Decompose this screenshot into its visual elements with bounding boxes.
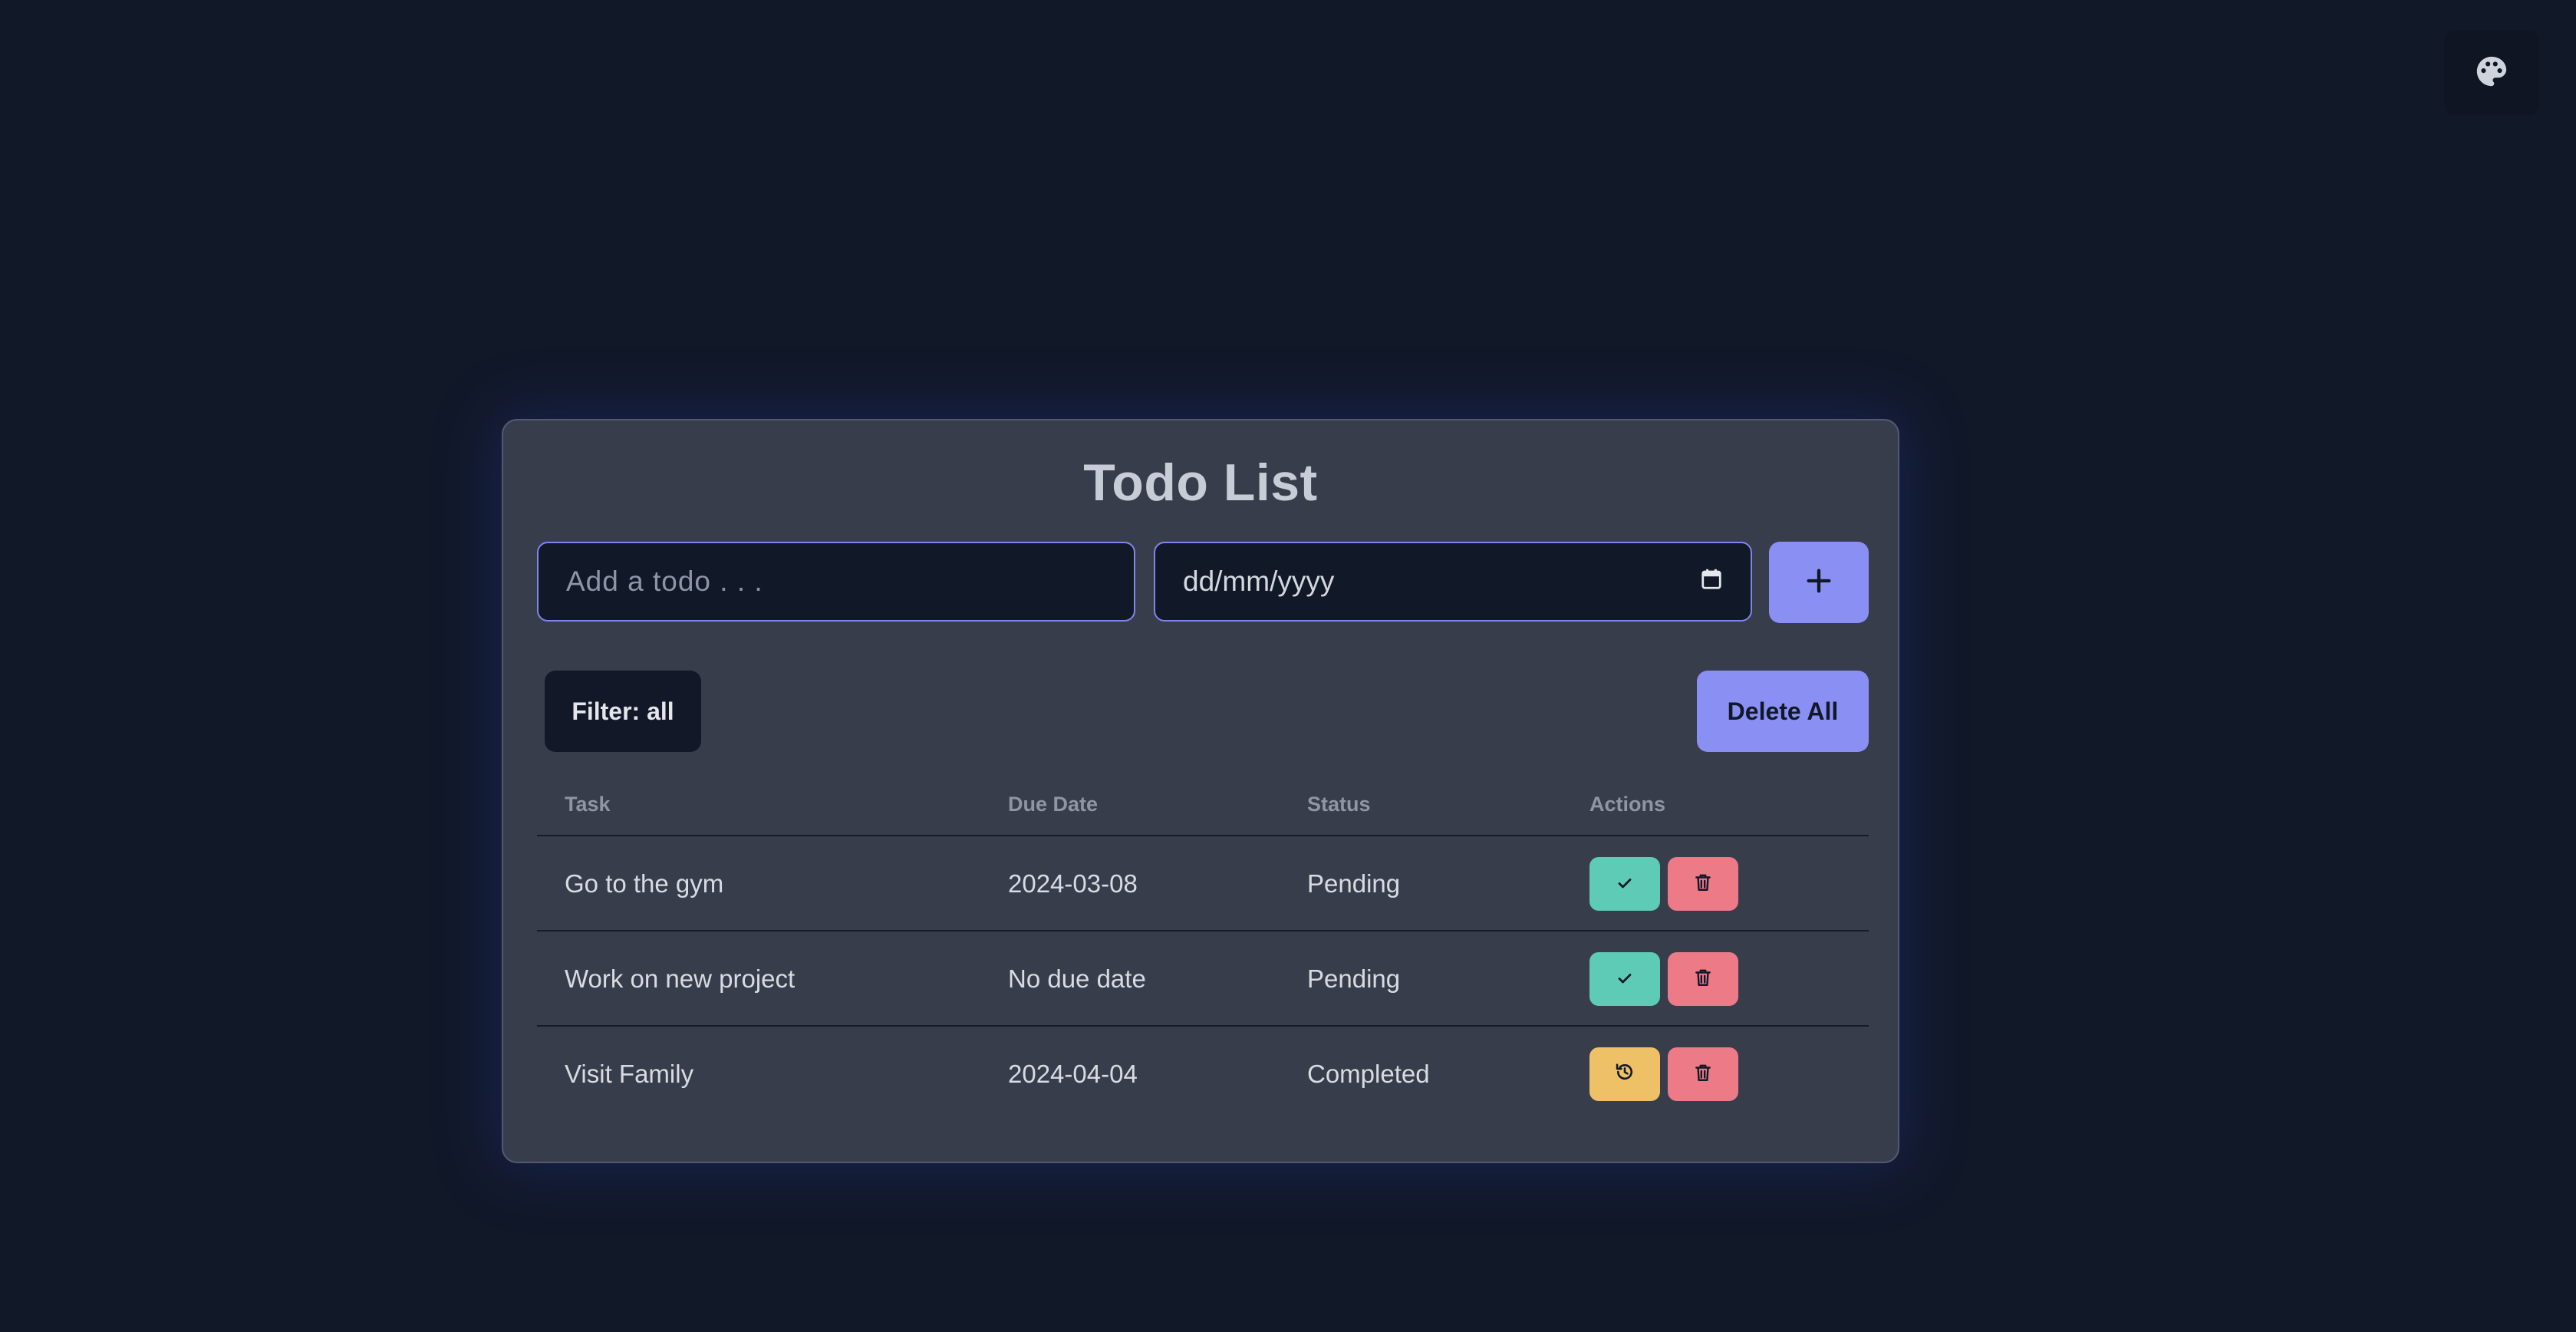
column-header-actions: Actions [1589, 793, 1666, 816]
status-cell: Pending [1307, 964, 1401, 993]
check-icon [1616, 836, 1634, 931]
status-cell: Completed [1307, 1060, 1430, 1088]
trash-icon [1693, 1027, 1713, 1122]
page-title: Todo List [1083, 453, 1318, 512]
undo-button[interactable] [1589, 1047, 1660, 1101]
complete-button[interactable] [1589, 857, 1660, 911]
actions-cell [1589, 931, 1746, 1027]
column-header-status: Status [1307, 793, 1371, 816]
undo-history-icon [1614, 1027, 1636, 1122]
due-date-cell: 2024-04-04 [1008, 1060, 1138, 1088]
todo-input[interactable]: Add a todo . . . [537, 542, 1135, 621]
delete-button[interactable] [1668, 857, 1738, 911]
check-icon [1616, 931, 1634, 1027]
task-cell: Visit Family [565, 1060, 694, 1088]
theme-toggle-button[interactable] [2444, 31, 2539, 115]
delete-button[interactable] [1668, 952, 1738, 1006]
todo-input-placeholder: Add a todo . . . [566, 565, 763, 597]
trash-icon [1693, 836, 1713, 931]
due-date-cell: 2024-03-08 [1008, 869, 1138, 898]
due-date-cell: No due date [1008, 964, 1146, 993]
todo-card: Todo List Add a todo . . . dd/mm/yyyy Fi… [502, 419, 1899, 1163]
actions-cell [1589, 1027, 1746, 1122]
calendar-icon[interactable] [1700, 565, 1723, 598]
plus-icon [1804, 565, 1834, 600]
palette-icon [2474, 54, 2509, 93]
add-todo-button[interactable] [1769, 542, 1869, 623]
due-date-input[interactable]: dd/mm/yyyy [1154, 542, 1752, 621]
trash-icon [1693, 931, 1713, 1027]
column-header-task: Task [565, 793, 611, 816]
complete-button[interactable] [1589, 952, 1660, 1006]
column-header-due-date: Due Date [1008, 793, 1099, 816]
actions-cell [1589, 836, 1746, 931]
table-row: Go to the gym 2024-03-08 Pending [537, 836, 1869, 931]
table-row: Work on new project No due date Pending [537, 931, 1869, 1027]
task-cell: Go to the gym [565, 869, 724, 898]
delete-all-button[interactable]: Delete All [1697, 671, 1869, 752]
table-row: Visit Family 2024-04-04 Completed [537, 1027, 1869, 1122]
due-date-placeholder: dd/mm/yyyy [1183, 565, 1335, 597]
delete-button[interactable] [1668, 1047, 1738, 1101]
task-cell: Work on new project [565, 964, 796, 993]
status-cell: Pending [1307, 869, 1401, 898]
filter-button[interactable]: Filter: all [545, 671, 701, 752]
